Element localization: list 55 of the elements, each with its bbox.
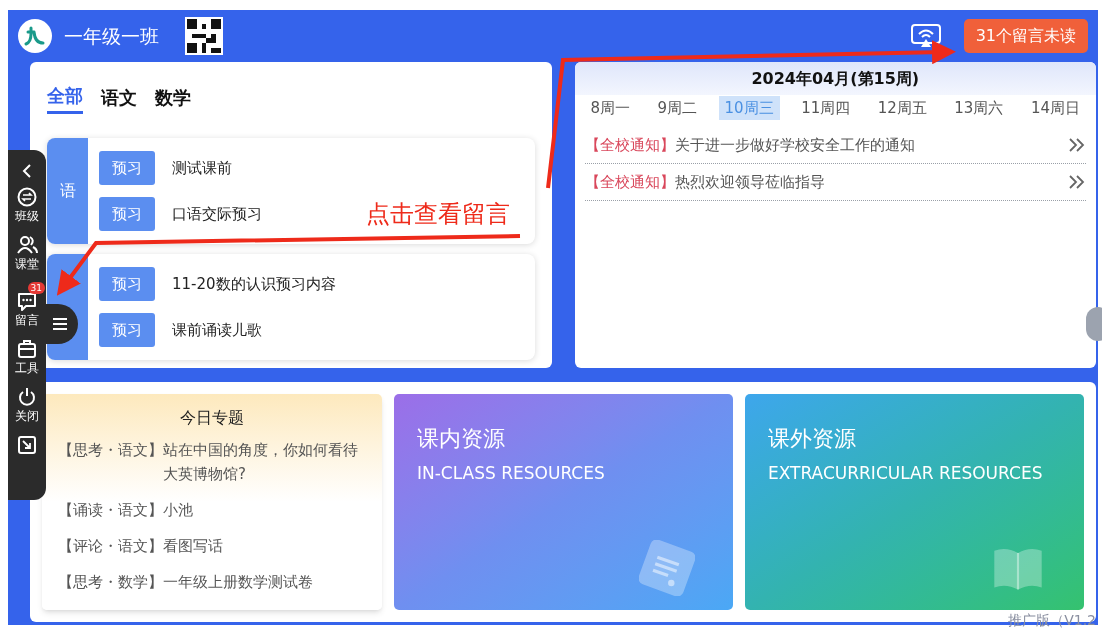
topic-title[interactable]: 小池 xyxy=(163,498,193,522)
lesson-title[interactable]: 11-20数的认识预习内容 xyxy=(172,272,336,296)
day-tab[interactable]: 12周五 xyxy=(871,96,933,120)
day-tab[interactable]: 11周四 xyxy=(795,96,857,120)
unread-count-badge: 31 xyxy=(27,282,45,294)
people-icon xyxy=(16,234,38,256)
resource-title: 课内资源 xyxy=(417,425,506,453)
subject-tab[interactable]: 语文 xyxy=(101,80,137,114)
topic-tag: 【评论・语文】 xyxy=(58,534,163,558)
double-chevron-icon xyxy=(1068,137,1086,153)
lesson-title[interactable]: 课前诵读儿歌 xyxy=(172,318,262,342)
notice-title: 热烈欢迎领导莅临指导 xyxy=(674,171,826,193)
sidebar-item[interactable]: 工具 xyxy=(15,338,39,382)
topic-tag: 【思考・语文】 xyxy=(58,438,163,486)
subject-label: 语 xyxy=(47,138,88,244)
double-chevron-icon xyxy=(1068,174,1086,190)
minimize-window-icon xyxy=(16,434,38,456)
topic-tag: 【思考・数学】 xyxy=(58,570,163,594)
toolbox-icon xyxy=(16,338,38,360)
screen-cast-icon[interactable] xyxy=(909,23,942,49)
notice-title: 关于进一步做好学校安全工作的通知 xyxy=(674,134,916,156)
day-tab[interactable]: 8周一 xyxy=(584,96,637,120)
swap-circle-icon xyxy=(16,186,38,208)
lesson-title[interactable]: 口语交际预习 xyxy=(172,202,262,226)
qr-code-icon xyxy=(185,17,223,55)
topic-title[interactable]: 一年级上册数学测试卷 xyxy=(163,570,313,594)
calendar-title: 2024年04月(第15周) xyxy=(751,67,920,90)
sidebar-item[interactable]: 关闭 xyxy=(15,386,39,430)
subject-tab[interactable]: 数学 xyxy=(155,80,191,114)
topic-tag: 【诵读・语文】 xyxy=(58,498,163,522)
notice-tag: 【全校通知】 xyxy=(584,170,675,194)
subject-tab[interactable]: 全部 xyxy=(47,80,83,114)
topic-title: 今日专题 xyxy=(179,407,245,429)
class-name: 一年级一班 xyxy=(64,23,159,49)
power-icon xyxy=(16,386,38,408)
lesson-title[interactable]: 测试课前 xyxy=(172,156,232,180)
day-tab[interactable]: 9周二 xyxy=(651,96,704,120)
annotation-text: 点击查看留言 xyxy=(366,199,510,230)
notice-tag: 【全校通知】 xyxy=(584,133,675,157)
resource-subtitle: EXTRACURRICULAR RESOURCES xyxy=(768,462,1044,485)
sidebar-item[interactable]: 留言 31 xyxy=(9,282,45,334)
resource-subtitle: IN-CLASS RESOURCES xyxy=(417,462,606,485)
sidebar-item[interactable]: 班级 xyxy=(15,186,39,230)
notice-row[interactable]: 【全校通知】热烈欢迎领导莅临指导 xyxy=(584,164,1086,201)
day-tab[interactable]: 13周六 xyxy=(948,96,1010,120)
sidebar-item[interactable]: 课堂 xyxy=(15,234,39,278)
minimize-window-button[interactable] xyxy=(16,434,38,456)
topic-title[interactable]: 站在中国的角度，你如何看待大英博物馆? xyxy=(163,438,366,486)
notice-row[interactable]: 【全校通知】关于进一步做好学校安全工作的通知 xyxy=(584,127,1086,164)
school-logo-icon xyxy=(18,19,52,53)
menu-icon xyxy=(52,317,68,331)
topic-title[interactable]: 看图写话 xyxy=(163,534,223,558)
resource-title: 课外资源 xyxy=(768,425,857,453)
day-tab[interactable]: 14周日 xyxy=(1024,96,1086,120)
chat-bubble-icon xyxy=(16,290,38,312)
